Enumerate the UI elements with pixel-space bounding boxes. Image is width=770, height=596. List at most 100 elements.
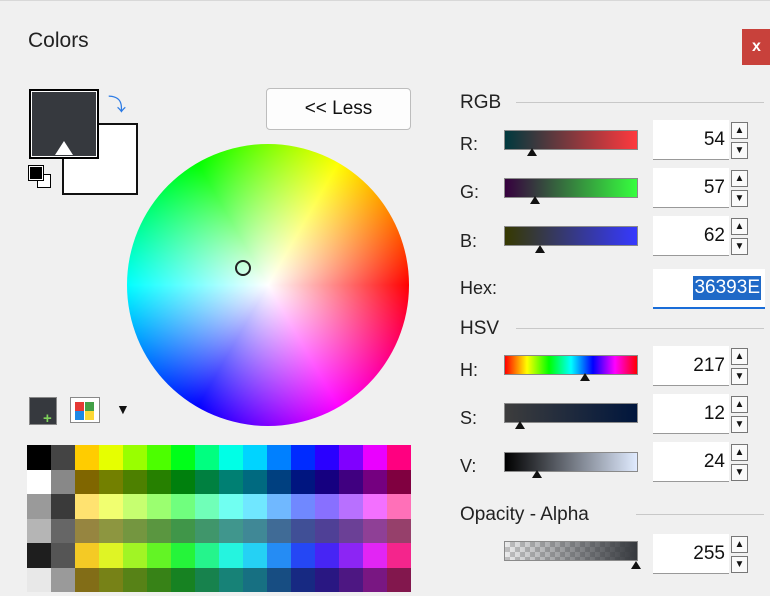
palette-swatch[interactable] bbox=[315, 494, 339, 519]
palette-swatch[interactable] bbox=[363, 469, 387, 494]
palette-swatch[interactable] bbox=[195, 543, 219, 568]
palette-swatch[interactable] bbox=[51, 518, 75, 543]
palette-swatch[interactable] bbox=[171, 543, 195, 568]
hue-slider[interactable] bbox=[504, 355, 638, 375]
palette-swatch[interactable] bbox=[99, 543, 123, 568]
spin-up-icon[interactable]: ▲ bbox=[731, 170, 748, 187]
palette-swatch[interactable] bbox=[315, 469, 339, 494]
palette-swatch[interactable] bbox=[387, 494, 411, 519]
palette-swatch[interactable] bbox=[339, 445, 363, 470]
blue-slider-thumb[interactable] bbox=[535, 245, 545, 253]
dropdown-arrow-icon[interactable]: ▼ bbox=[116, 401, 130, 417]
palette-swatch[interactable] bbox=[99, 567, 123, 592]
close-button[interactable]: x bbox=[742, 29, 770, 65]
red-slider[interactable] bbox=[504, 130, 638, 150]
palette-swatch[interactable] bbox=[99, 469, 123, 494]
palette-swatch[interactable] bbox=[387, 567, 411, 592]
palette-swatch[interactable] bbox=[315, 445, 339, 470]
alpha-value-input[interactable]: 255 bbox=[653, 534, 729, 574]
palette-swatch[interactable] bbox=[51, 567, 75, 592]
palette-swatch[interactable] bbox=[243, 567, 267, 592]
spin-down-icon[interactable]: ▼ bbox=[731, 464, 748, 481]
palette-swatch[interactable] bbox=[27, 469, 51, 494]
palette-swatch[interactable] bbox=[123, 494, 147, 519]
palette-swatch[interactable] bbox=[75, 518, 99, 543]
saturation-slider-thumb[interactable] bbox=[515, 421, 525, 429]
spin-down-icon[interactable]: ▼ bbox=[731, 368, 748, 385]
palette-swatch[interactable] bbox=[51, 543, 75, 568]
value-slider[interactable] bbox=[504, 452, 638, 472]
palette-swatch[interactable] bbox=[75, 543, 99, 568]
color-palette[interactable] bbox=[27, 445, 411, 593]
palette-swatch[interactable] bbox=[291, 567, 315, 592]
palette-swatch[interactable] bbox=[339, 518, 363, 543]
palette-swatch[interactable] bbox=[195, 518, 219, 543]
palette-swatch[interactable] bbox=[267, 543, 291, 568]
palette-swatch[interactable] bbox=[267, 518, 291, 543]
palette-swatch[interactable] bbox=[171, 518, 195, 543]
palette-swatch[interactable] bbox=[363, 543, 387, 568]
palette-swatch[interactable] bbox=[123, 469, 147, 494]
palette-swatch[interactable] bbox=[243, 518, 267, 543]
palette-swatch[interactable] bbox=[75, 494, 99, 519]
value-value-input[interactable]: 24 bbox=[653, 442, 729, 482]
palette-swatch[interactable] bbox=[99, 494, 123, 519]
spin-down-icon[interactable]: ▼ bbox=[731, 416, 748, 433]
hue-spinner[interactable]: ▲ ▼ bbox=[731, 348, 761, 388]
green-spinner[interactable]: ▲ ▼ bbox=[731, 170, 761, 210]
alpha-spinner[interactable]: ▲ ▼ bbox=[731, 536, 761, 576]
palette-swatch[interactable] bbox=[387, 518, 411, 543]
palette-swatch[interactable] bbox=[147, 469, 171, 494]
palette-swatch[interactable] bbox=[219, 469, 243, 494]
palette-swatch[interactable] bbox=[291, 518, 315, 543]
palette-swatch[interactable] bbox=[315, 543, 339, 568]
spin-up-icon[interactable]: ▲ bbox=[731, 396, 748, 413]
spin-up-icon[interactable]: ▲ bbox=[731, 122, 748, 139]
palette-swatch[interactable] bbox=[243, 494, 267, 519]
palette-swatch[interactable] bbox=[219, 567, 243, 592]
blue-slider[interactable] bbox=[504, 226, 638, 246]
primary-color-swatch[interactable] bbox=[29, 89, 99, 159]
palette-swatch[interactable] bbox=[243, 445, 267, 470]
less-button[interactable]: << Less bbox=[266, 88, 411, 130]
red-slider-thumb[interactable] bbox=[527, 148, 537, 156]
spin-up-icon[interactable]: ▲ bbox=[731, 218, 748, 235]
palette-swatch[interactable] bbox=[315, 518, 339, 543]
palette-swatch[interactable] bbox=[339, 469, 363, 494]
spin-down-icon[interactable]: ▼ bbox=[731, 238, 748, 255]
palette-swatch[interactable] bbox=[267, 567, 291, 592]
palette-swatch[interactable] bbox=[195, 567, 219, 592]
hue-value-input[interactable]: 217 bbox=[653, 346, 729, 386]
green-slider-thumb[interactable] bbox=[530, 196, 540, 204]
palette-swatch[interactable] bbox=[291, 469, 315, 494]
blue-value-input[interactable]: 62 bbox=[653, 216, 729, 256]
palette-swatch[interactable] bbox=[195, 445, 219, 470]
palette-swatch[interactable] bbox=[147, 567, 171, 592]
palette-swatch[interactable] bbox=[363, 567, 387, 592]
palette-swatch[interactable] bbox=[339, 567, 363, 592]
blue-spinner[interactable]: ▲ ▼ bbox=[731, 218, 761, 258]
palette-swatch[interactable] bbox=[339, 494, 363, 519]
spin-down-icon[interactable]: ▼ bbox=[731, 142, 748, 159]
palette-swatch[interactable] bbox=[219, 518, 243, 543]
color-wheel[interactable] bbox=[127, 144, 409, 426]
palette-swatch[interactable] bbox=[171, 445, 195, 470]
spin-down-icon[interactable]: ▼ bbox=[731, 190, 748, 207]
palette-swatch[interactable] bbox=[363, 445, 387, 470]
palette-swatch[interactable] bbox=[147, 518, 171, 543]
spin-up-icon[interactable]: ▲ bbox=[731, 536, 748, 553]
palette-swatch[interactable] bbox=[123, 543, 147, 568]
palette-swatch[interactable] bbox=[267, 445, 291, 470]
palette-swatch[interactable] bbox=[243, 469, 267, 494]
palette-swatch[interactable] bbox=[75, 469, 99, 494]
red-spinner[interactable]: ▲ ▼ bbox=[731, 122, 761, 162]
red-value-input[interactable]: 54 bbox=[653, 120, 729, 160]
palette-swatch[interactable] bbox=[195, 469, 219, 494]
palette-swatch[interactable] bbox=[291, 494, 315, 519]
palette-swatch[interactable] bbox=[147, 494, 171, 519]
palette-swatch[interactable] bbox=[291, 445, 315, 470]
palette-swatch[interactable] bbox=[219, 445, 243, 470]
saturation-value-input[interactable]: 12 bbox=[653, 394, 729, 434]
palette-swatch[interactable] bbox=[147, 543, 171, 568]
palette-swatch[interactable] bbox=[123, 518, 147, 543]
